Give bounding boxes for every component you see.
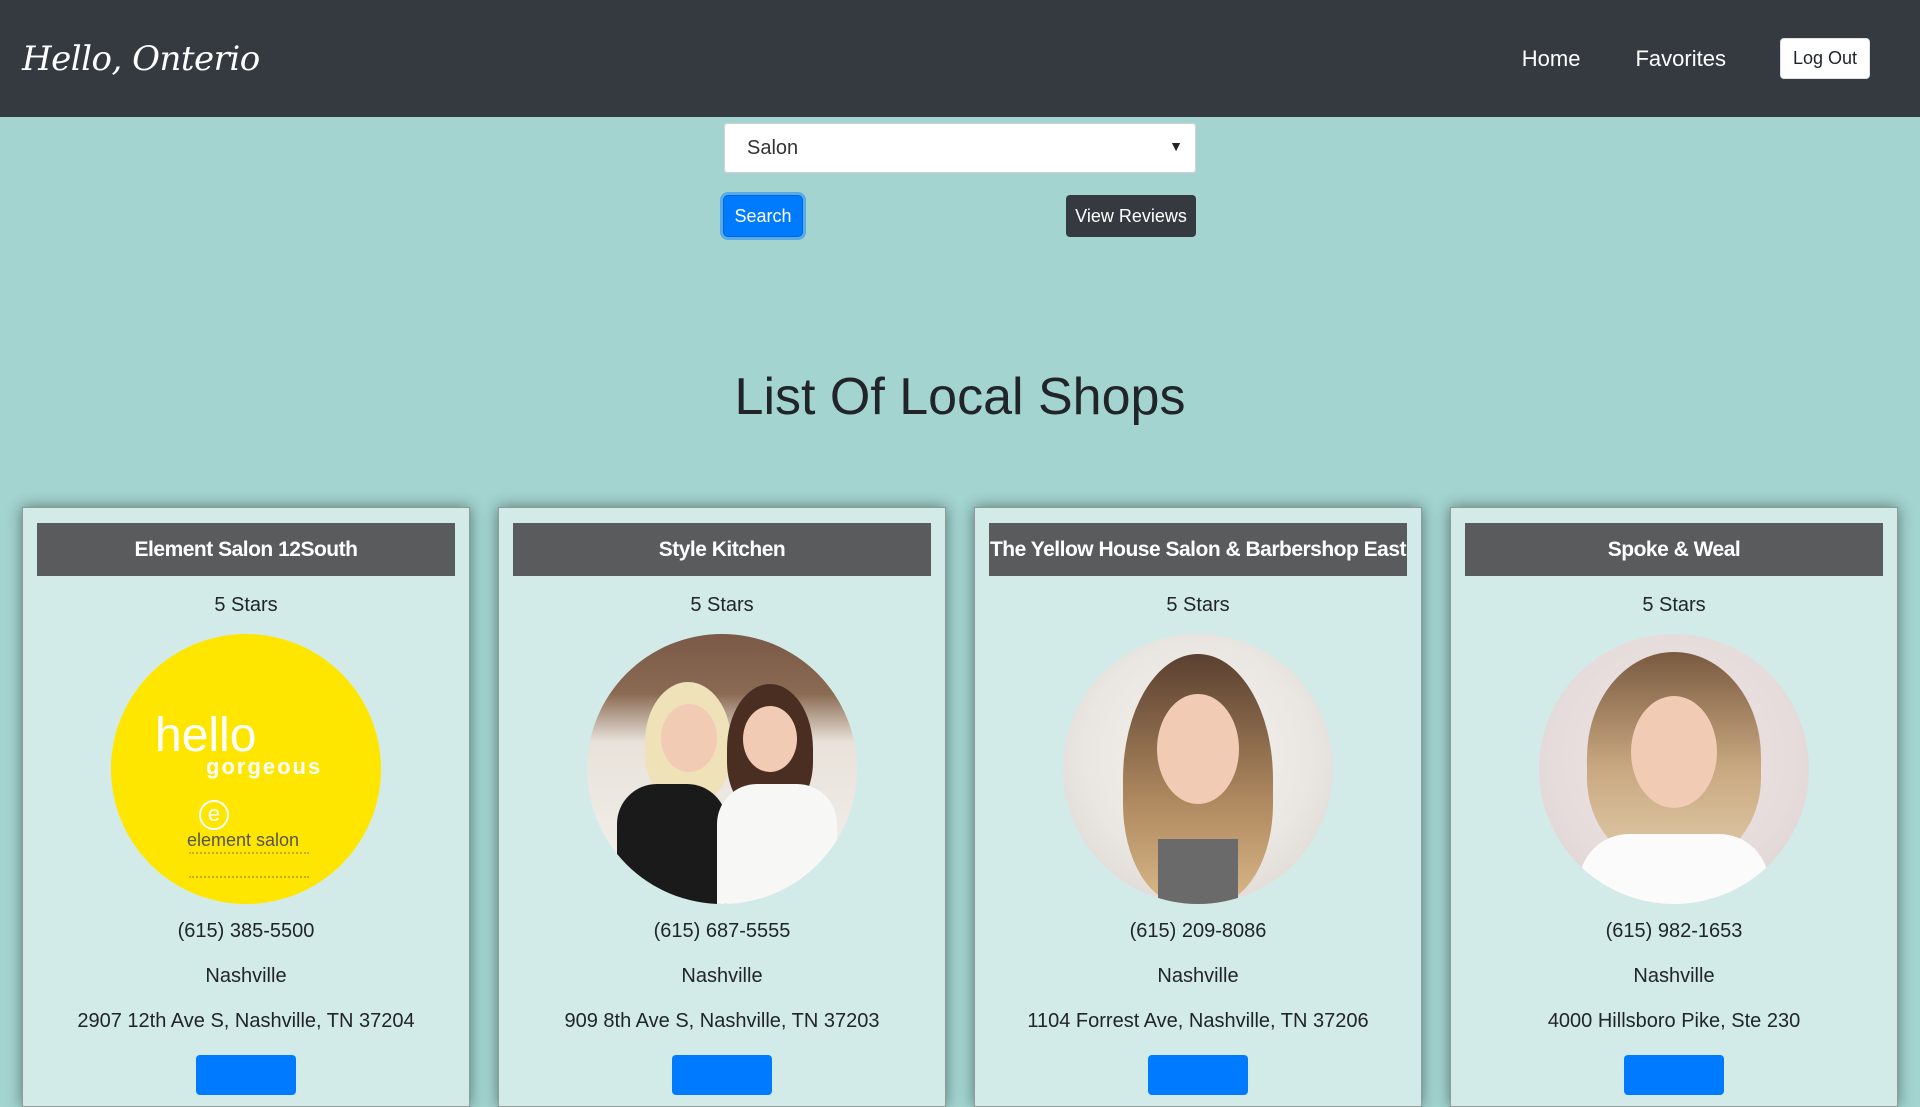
search-controls: Salon ▼ Search View Reviews bbox=[0, 117, 1920, 247]
view-reviews-button[interactable]: View Reviews bbox=[1066, 195, 1196, 237]
shop-card: Style Kitchen 5 Stars (615) 687-5555 Nas… bbox=[498, 507, 946, 1107]
shop-phone: (615) 982-1653 bbox=[1605, 920, 1743, 942]
shop-card: The Yellow House Salon & Barbershop East… bbox=[974, 507, 1422, 1107]
shop-photo bbox=[1539, 634, 1809, 904]
shop-photo bbox=[1063, 634, 1333, 904]
nav-links: Home Favorites Log Out bbox=[1467, 38, 1870, 79]
logo-brand-text: element salon bbox=[187, 830, 300, 850]
person-face bbox=[1157, 694, 1239, 804]
person-face bbox=[743, 706, 797, 772]
shop-city: Nashville bbox=[681, 965, 763, 987]
person-white-top bbox=[717, 784, 837, 904]
shop-rating: 5 Stars bbox=[1166, 594, 1230, 616]
shop-city: Nashville bbox=[205, 965, 287, 987]
brand-greeting: Hello, Onterio bbox=[22, 38, 260, 79]
shop-card: Spoke & Weal 5 Stars (615) 982-1653 Nash… bbox=[1450, 507, 1898, 1107]
logout-button[interactable]: Log Out bbox=[1779, 38, 1870, 79]
shop-action-button[interactable] bbox=[1624, 1055, 1724, 1095]
shop-rating: 5 Stars bbox=[1642, 594, 1706, 616]
shop-phone: (615) 385-5500 bbox=[177, 920, 315, 942]
logo-fine-print bbox=[189, 852, 309, 878]
shop-logo-image: hello gorgeous e element salon bbox=[111, 634, 381, 904]
top-navbar: Hello, Onterio Home Favorites Log Out bbox=[0, 0, 1920, 117]
shop-name: Element Salon 12South bbox=[37, 523, 455, 576]
nav-home-link[interactable]: Home bbox=[1522, 46, 1581, 72]
shop-action-button[interactable] bbox=[1148, 1055, 1248, 1095]
shop-phone: (615) 209-8086 bbox=[1129, 920, 1267, 942]
shop-name: The Yellow House Salon & Barbershop East bbox=[989, 523, 1407, 576]
person-white-shirt bbox=[1579, 834, 1769, 904]
category-select[interactable]: Salon ▼ bbox=[724, 123, 1196, 173]
shop-rating: 5 Stars bbox=[214, 594, 278, 616]
search-button[interactable]: Search bbox=[723, 195, 803, 237]
shop-city: Nashville bbox=[1157, 965, 1239, 987]
person-face bbox=[661, 704, 717, 772]
shop-address: 2907 12th Ave S, Nashville, TN 37204 bbox=[77, 1010, 415, 1032]
category-select-value: Salon bbox=[747, 136, 799, 159]
shop-address: 4000 Hillsboro Pike, Ste 230 bbox=[1547, 1010, 1801, 1032]
chevron-down-icon: ▼ bbox=[1169, 138, 1183, 154]
logo-mark: e bbox=[199, 800, 229, 830]
shop-action-button[interactable] bbox=[196, 1055, 296, 1095]
shop-phone: (615) 687-5555 bbox=[653, 920, 791, 942]
nav-favorites-link[interactable]: Favorites bbox=[1635, 46, 1725, 72]
shop-action-button[interactable] bbox=[672, 1055, 772, 1095]
shop-address: 909 8th Ave S, Nashville, TN 37203 bbox=[564, 1010, 880, 1032]
shop-name: Spoke & Weal bbox=[1465, 523, 1883, 576]
person-face bbox=[1631, 696, 1717, 808]
shop-city: Nashville bbox=[1633, 965, 1715, 987]
person-black-dress bbox=[617, 784, 727, 904]
shop-name: Style Kitchen bbox=[513, 523, 931, 576]
person-top bbox=[1158, 839, 1238, 904]
shop-address: 1104 Forrest Ave, Nashville, TN 37206 bbox=[1027, 1010, 1369, 1032]
logo-text-gorgeous: gorgeous bbox=[206, 754, 323, 779]
shop-rating: 5 Stars bbox=[690, 594, 754, 616]
page-title: List Of Local Shops bbox=[734, 368, 1186, 426]
shop-photo bbox=[587, 634, 857, 904]
shop-card: Element Salon 12South 5 Stars hello gorg… bbox=[22, 507, 470, 1107]
shop-card-list: Element Salon 12South 5 Stars hello gorg… bbox=[22, 507, 1898, 1107]
